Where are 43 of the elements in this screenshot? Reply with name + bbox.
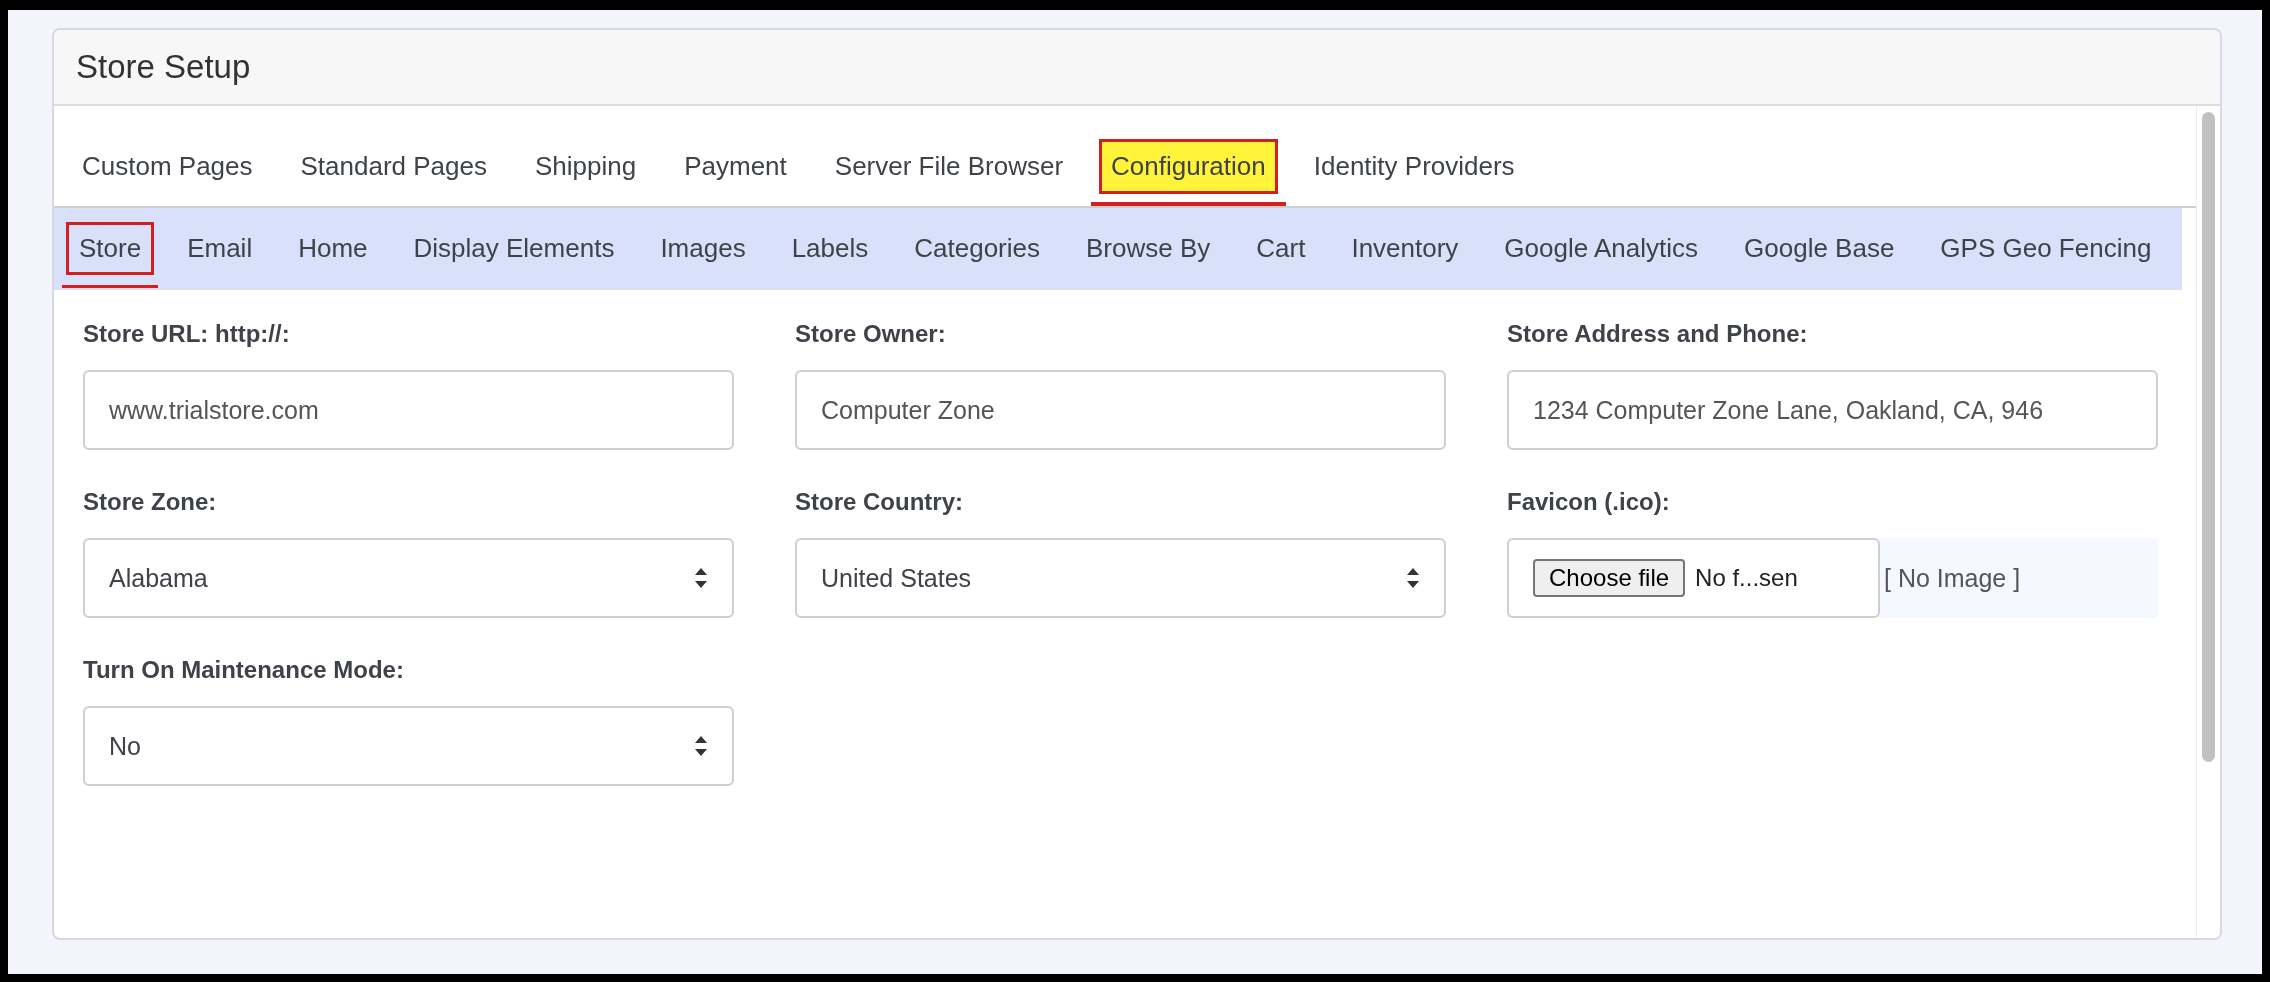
subtab[interactable]: Display Elements bbox=[396, 212, 632, 288]
select-field[interactable]: No bbox=[83, 706, 734, 786]
tab[interactable]: Standard Pages bbox=[280, 139, 507, 206]
subtab[interactable]: Google Analytics bbox=[1487, 212, 1716, 288]
select-arrows-icon bbox=[694, 735, 708, 757]
select-value: Alabama bbox=[109, 563, 208, 593]
subtab[interactable]: Browse By bbox=[1069, 212, 1228, 288]
image-preview-text: [ No Image ] bbox=[1884, 563, 2021, 593]
text-field[interactable]: Computer Zone bbox=[795, 370, 1446, 450]
field-label: Store Zone: bbox=[83, 488, 218, 516]
field-label: Store Address and Phone: bbox=[1507, 320, 1809, 348]
select-field[interactable]: United States bbox=[795, 538, 1446, 618]
field-label: Store Owner: bbox=[795, 320, 947, 348]
tab[interactable]: Shipping bbox=[515, 139, 657, 206]
field-label: Favicon (.ico): bbox=[1507, 488, 1671, 516]
subtab[interactable]: Home bbox=[281, 212, 385, 288]
subtab[interactable]: Inventory bbox=[1334, 212, 1476, 288]
subtab[interactable]: Labels bbox=[774, 212, 886, 288]
tab[interactable]: Payment bbox=[664, 139, 807, 206]
field-label: Store URL: http://: bbox=[83, 320, 291, 348]
subtab[interactable]: GPS Geo Fencing bbox=[1923, 212, 2169, 288]
tab[interactable]: Identity Providers bbox=[1293, 139, 1535, 206]
scrollbar-thumb[interactable] bbox=[2202, 112, 2215, 762]
subtab[interactable]: Categories bbox=[897, 212, 1057, 288]
choose-file-button[interactable]: Choose file bbox=[1533, 559, 1686, 597]
file-name: No f...sen bbox=[1695, 564, 1798, 592]
subtab[interactable]: Email bbox=[170, 212, 270, 288]
subtab[interactable]: Images bbox=[643, 212, 763, 288]
select-value: United States bbox=[821, 563, 972, 593]
text-field[interactable]: 1234 Computer Zone Lane, Oakland, CA, 946 bbox=[1507, 370, 2158, 450]
subtab[interactable]: Cart bbox=[1239, 212, 1323, 288]
tab[interactable]: Custom Pages bbox=[62, 139, 273, 206]
text-field[interactable]: www.trialstore.com bbox=[83, 370, 734, 450]
field-label: Store Country: bbox=[795, 488, 964, 516]
select-field[interactable]: Alabama bbox=[83, 538, 734, 618]
select-arrows-icon bbox=[1406, 567, 1420, 589]
select-arrows-icon bbox=[694, 567, 708, 589]
field-label: Turn On Maintenance Mode: bbox=[83, 656, 405, 684]
subtab[interactable]: Google Base bbox=[1727, 212, 1912, 288]
tab[interactable]: Server File Browser bbox=[814, 139, 1084, 206]
scrollbar[interactable] bbox=[2196, 106, 2220, 938]
select-value: No bbox=[109, 731, 141, 761]
card-title: Store Setup bbox=[76, 48, 251, 86]
